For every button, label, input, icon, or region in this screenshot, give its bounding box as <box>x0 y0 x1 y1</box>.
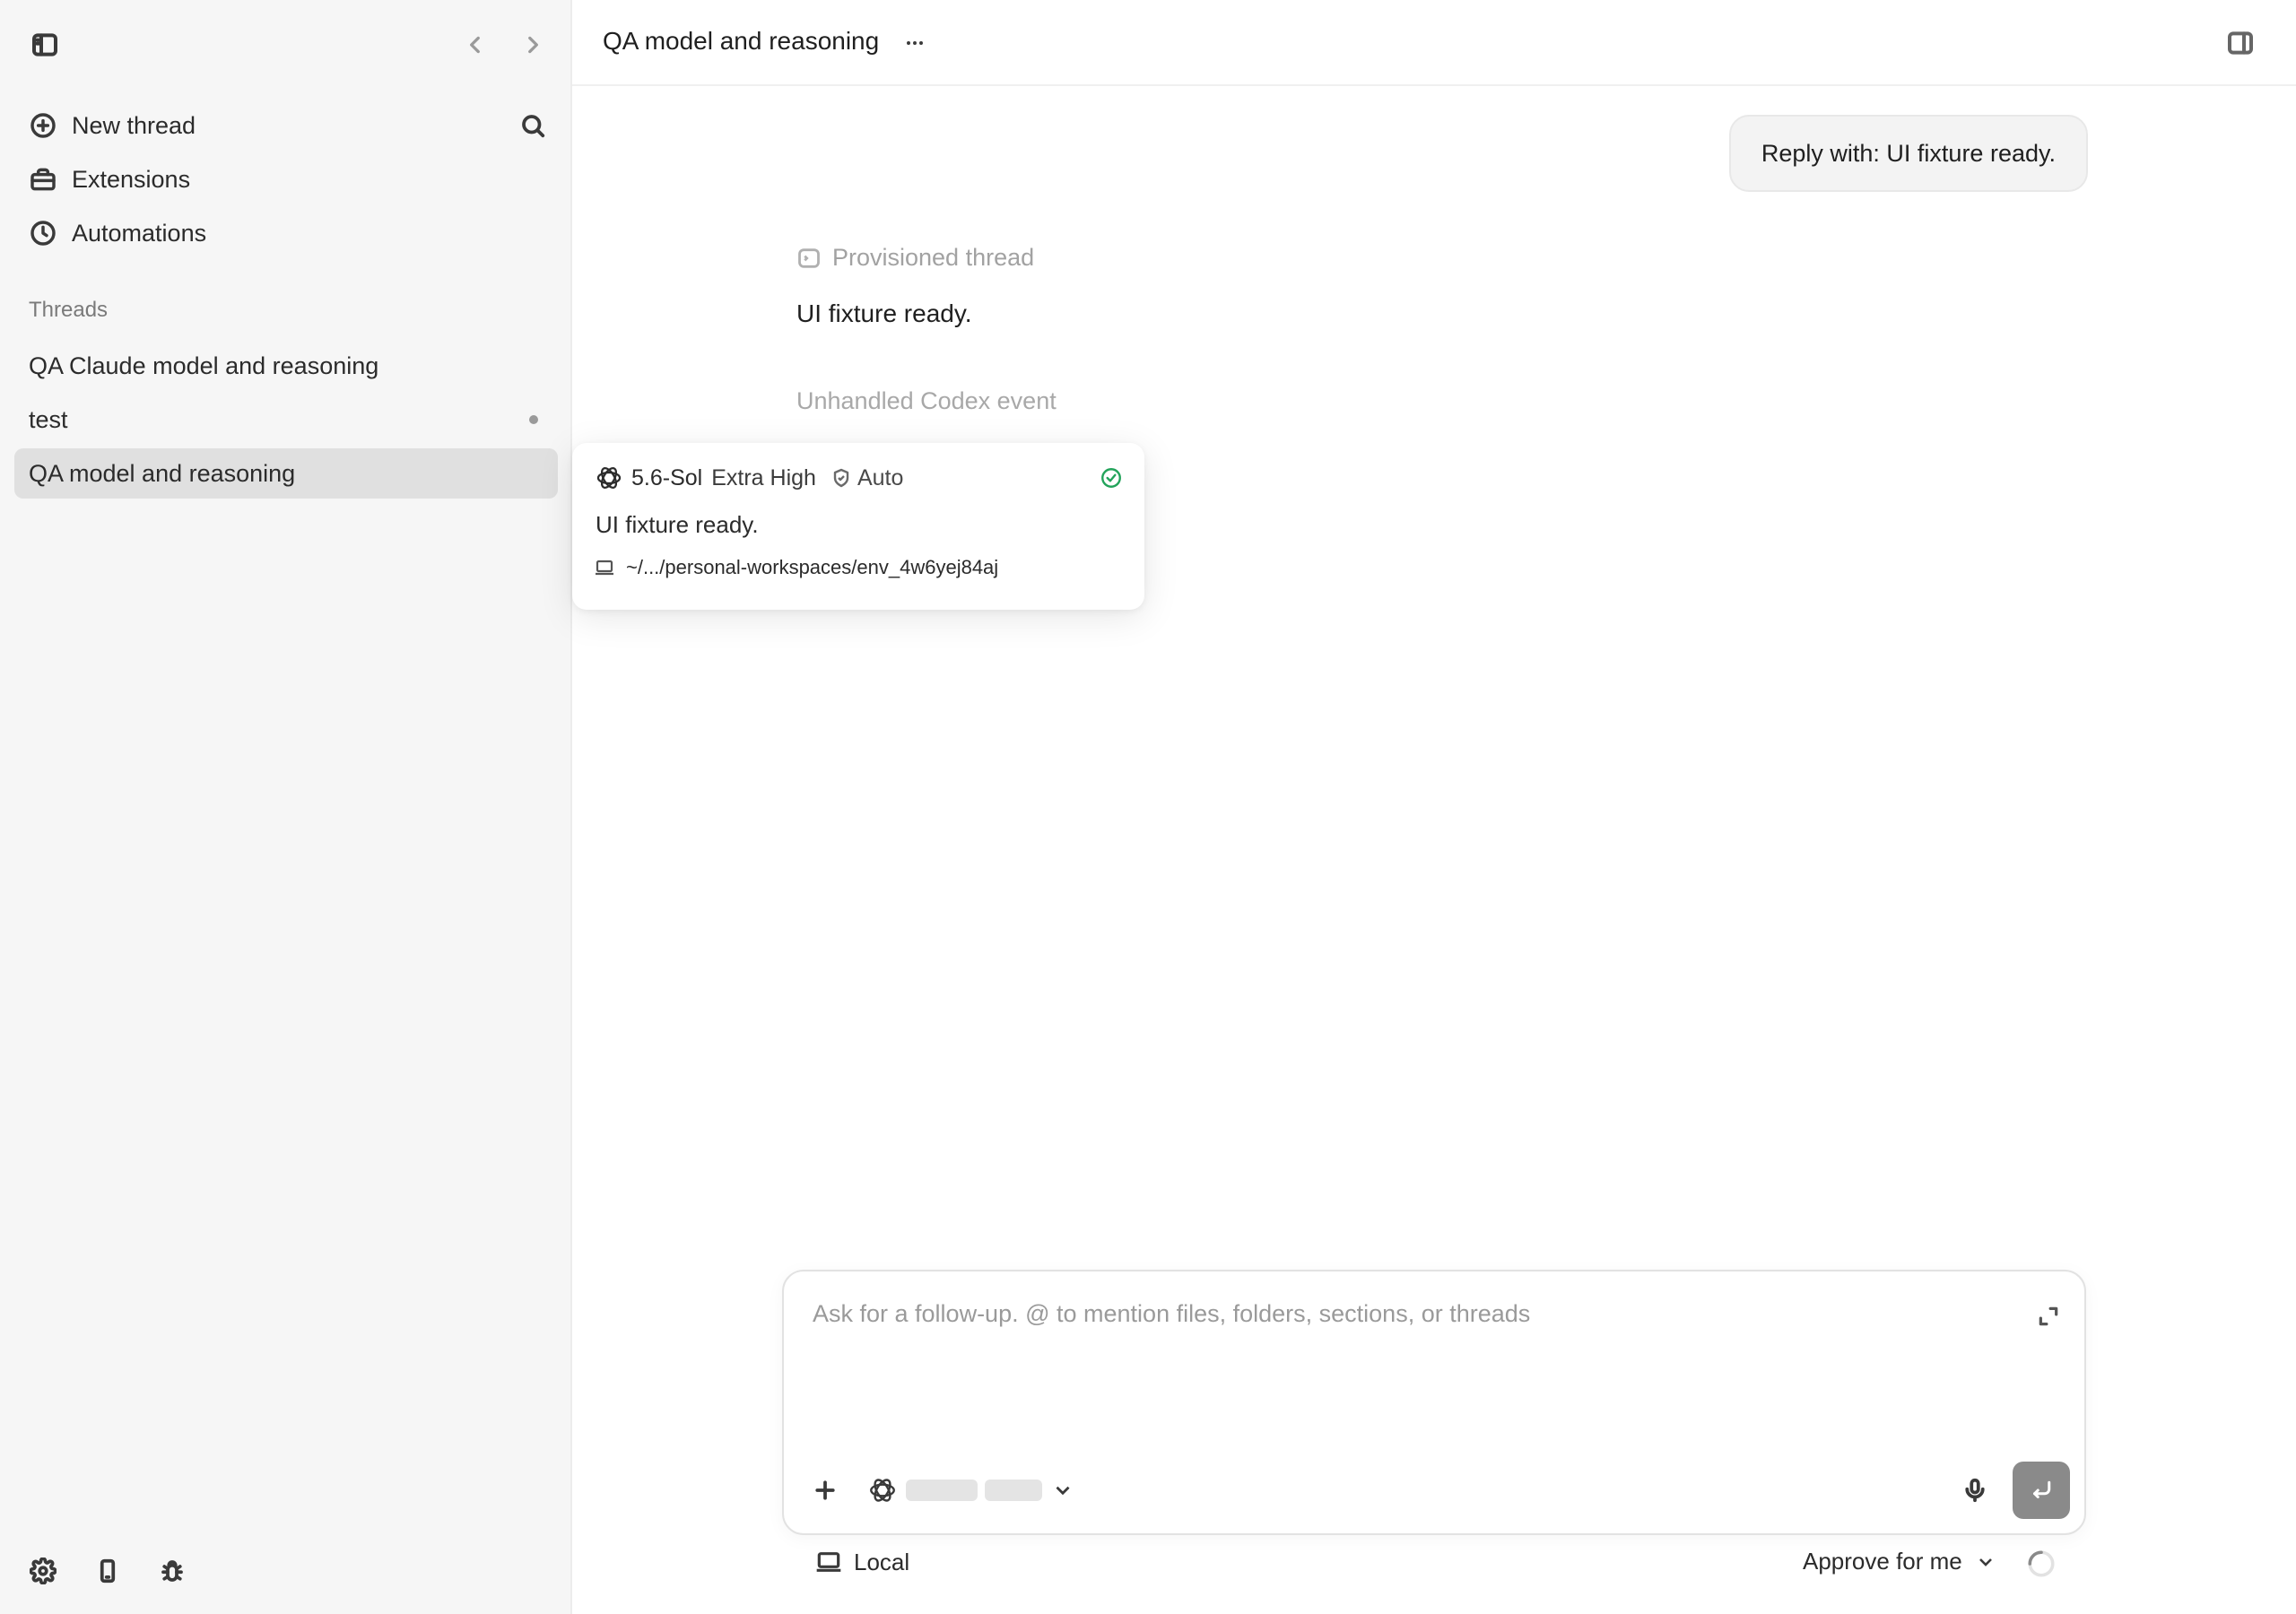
page-title: QA model and reasoning <box>603 27 880 55</box>
approval-selector[interactable]: Approve for me <box>1803 1548 1996 1575</box>
laptop-icon <box>816 1552 841 1572</box>
send-button[interactable] <box>2013 1462 2070 1519</box>
ellipsis-icon[interactable] <box>897 25 933 61</box>
automations-label: Automations <box>72 219 207 247</box>
check-circle-icon <box>1101 468 1121 488</box>
new-thread-button[interactable]: New thread <box>29 102 196 149</box>
loading-spinner-icon <box>2025 1548 2057 1580</box>
provisioned-thread-text: Provisioned thread <box>832 244 1035 271</box>
workspace-path: ~/.../personal-workspaces/env_4w6yej84aj <box>594 556 998 579</box>
environment-selector[interactable]: Local <box>814 1548 909 1576</box>
microphone-icon[interactable] <box>1955 1471 1995 1510</box>
new-thread-label: New thread <box>72 111 196 139</box>
environment-label: Local <box>854 1548 910 1575</box>
hover-card-meta: 5.6-Sol Extra High Auto <box>594 463 903 493</box>
shield-check-icon <box>833 468 849 488</box>
sidebar: New thread Extensions Automations Thread… <box>0 0 572 1614</box>
expand-icon[interactable] <box>2031 1298 2066 1334</box>
toggle-panel-icon[interactable] <box>2222 25 2258 61</box>
chevron-down-icon <box>1056 1486 1070 1496</box>
provisioned-thread-label: Provisioned thread <box>796 244 1034 272</box>
hover-card-text: UI fixture ready. <box>596 511 759 538</box>
model-name-skeleton <box>906 1480 978 1501</box>
effort-skeleton <box>985 1480 1042 1501</box>
thread-title: QA model and reasoning <box>29 459 296 487</box>
threads-section-label: Threads <box>29 298 109 322</box>
extensions-label: Extensions <box>72 165 191 193</box>
model-selector[interactable] <box>866 1472 1074 1508</box>
approval-label: Approve for me <box>1803 1548 1962 1575</box>
search-icon[interactable] <box>515 108 551 143</box>
header-divider <box>572 84 2296 86</box>
toggle-sidebar-icon[interactable] <box>27 27 63 63</box>
unhandled-event-label: Unhandled Codex event <box>796 387 1057 414</box>
model-name: 5.6-Sol <box>631 464 703 490</box>
thread-hover-card: 5.6-Sol Extra High Auto UI fixture ready… <box>572 443 1144 610</box>
unread-dot <box>529 415 538 424</box>
main-panel: QA model and reasoning Reply with: UI fi… <box>572 0 2296 1614</box>
back-arrow-icon[interactable] <box>457 27 493 63</box>
user-message-bubble: Reply with: UI fixture ready. <box>1728 115 2088 192</box>
settings-icon[interactable] <box>25 1553 61 1589</box>
thread-item[interactable]: test <box>14 395 558 445</box>
add-attachment-icon[interactable] <box>805 1471 845 1510</box>
workspace-path-text: ~/.../personal-workspaces/env_4w6yej84aj <box>626 556 999 578</box>
terminal-icon <box>798 247 820 268</box>
plus-circle-icon <box>30 113 56 138</box>
laptop-icon <box>596 560 613 576</box>
thread-item[interactable]: QA Claude model and reasoning <box>14 341 558 391</box>
mode-badge: Auto <box>831 465 903 491</box>
user-message-text: Reply with: UI fixture ready. <box>1761 139 2056 167</box>
thread-title: test <box>29 405 68 433</box>
bug-icon[interactable] <box>154 1553 190 1589</box>
extensions-button[interactable]: Extensions <box>29 156 190 203</box>
reasoning-effort: Extra High <box>711 464 816 490</box>
assistant-message: UI fixture ready. <box>796 299 972 327</box>
forward-arrow-icon[interactable] <box>515 27 551 63</box>
toolbox-icon <box>30 168 56 191</box>
phone-icon[interactable] <box>90 1553 126 1589</box>
openai-logo-icon <box>596 467 622 489</box>
send-arrow-icon <box>2033 1480 2051 1498</box>
openai-logo-icon <box>870 1479 895 1502</box>
thread-title: QA Claude model and reasoning <box>29 351 379 379</box>
chevron-down-icon <box>1979 1558 1992 1566</box>
thread-item-active[interactable]: QA model and reasoning <box>14 448 558 499</box>
automations-button[interactable]: Automations <box>29 210 206 256</box>
mode-label: Auto <box>857 464 904 490</box>
follow-up-input[interactable] <box>813 1300 1979 1328</box>
composer <box>782 1270 2086 1535</box>
clock-icon <box>30 221 56 246</box>
